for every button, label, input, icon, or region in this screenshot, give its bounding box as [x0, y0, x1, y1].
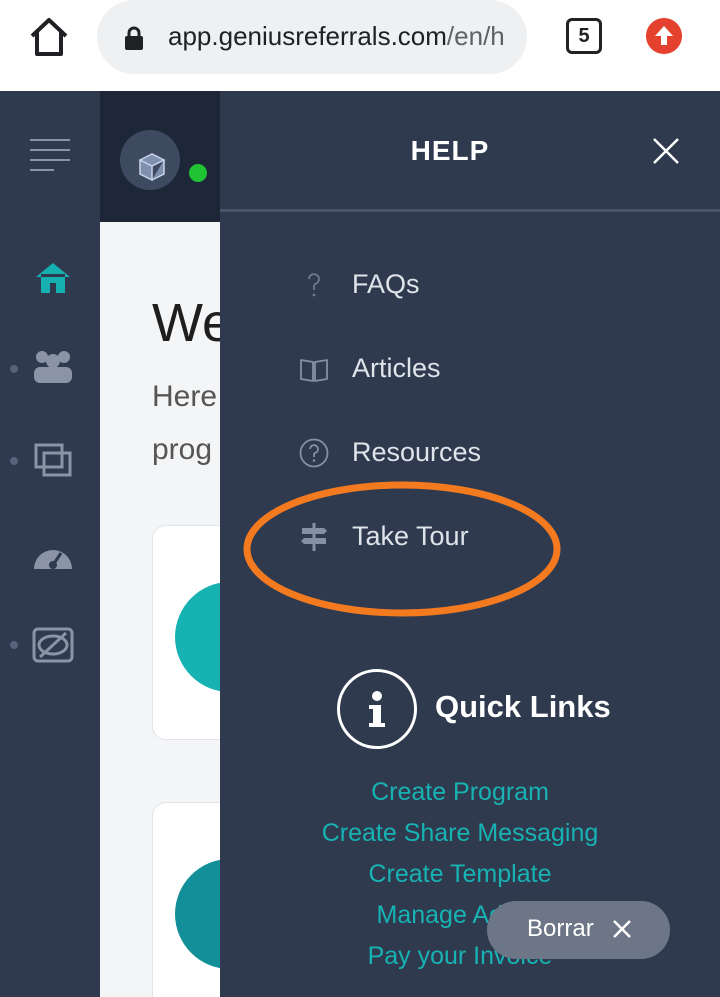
- users-nav-icon[interactable]: [30, 347, 76, 387]
- close-icon[interactable]: [611, 918, 633, 940]
- update-arrow-icon[interactable]: [646, 18, 682, 54]
- question-mark-icon: [308, 273, 320, 297]
- quick-link-create-share-messaging[interactable]: Create Share Messaging: [220, 819, 700, 848]
- quick-link-create-program[interactable]: Create Program: [220, 778, 700, 807]
- online-status-dot: [186, 161, 210, 185]
- nav-indicator-dot: [10, 641, 18, 649]
- quick-links-title: Quick Links: [435, 689, 611, 724]
- toast-label: Borrar: [527, 915, 594, 942]
- clear-toast-button[interactable]: Borrar: [487, 901, 670, 959]
- page-title: We: [152, 293, 220, 353]
- close-icon[interactable]: [650, 135, 682, 167]
- book-icon: [300, 359, 328, 382]
- nav-indicator-dot: [10, 365, 18, 373]
- main-content: We Here prog: [100, 222, 220, 997]
- intro-text: Here prog: [152, 380, 218, 466]
- avatar[interactable]: [120, 130, 180, 190]
- lock-icon: [125, 26, 143, 50]
- info-icon: [337, 669, 417, 749]
- help-item-label: FAQs: [352, 269, 420, 299]
- help-item-label: Articles: [352, 353, 441, 383]
- feature-card[interactable]: [152, 525, 220, 740]
- home-nav-icon[interactable]: [30, 257, 76, 297]
- question-circle-icon: [299, 438, 329, 468]
- person-icon: [175, 582, 220, 692]
- feature-card[interactable]: [152, 802, 220, 997]
- app-sidebar: [0, 91, 100, 997]
- quick-link-create-template[interactable]: Create Template: [220, 860, 700, 889]
- url-text: app.geniusreferrals.com/en/h: [168, 21, 505, 51]
- browser-toolbar: app.geniusreferrals.com/en/h 5: [0, 0, 720, 91]
- nav-indicator-dot: [10, 457, 18, 465]
- windows-nav-icon[interactable]: [30, 441, 76, 481]
- highlight-ellipse: [243, 481, 561, 617]
- tab-switcher-button[interactable]: 5: [566, 18, 602, 54]
- help-item-label: Resources: [352, 437, 482, 467]
- divider: [220, 209, 720, 212]
- help-title: HELP: [410, 135, 490, 166]
- home-icon[interactable]: [26, 14, 72, 60]
- dashboard-gauge-icon[interactable]: [30, 537, 76, 577]
- address-bar[interactable]: app.geniusreferrals.com/en/h: [97, 0, 527, 74]
- menu-icon[interactable]: [30, 139, 70, 171]
- hidden-eye-icon[interactable]: [30, 625, 76, 665]
